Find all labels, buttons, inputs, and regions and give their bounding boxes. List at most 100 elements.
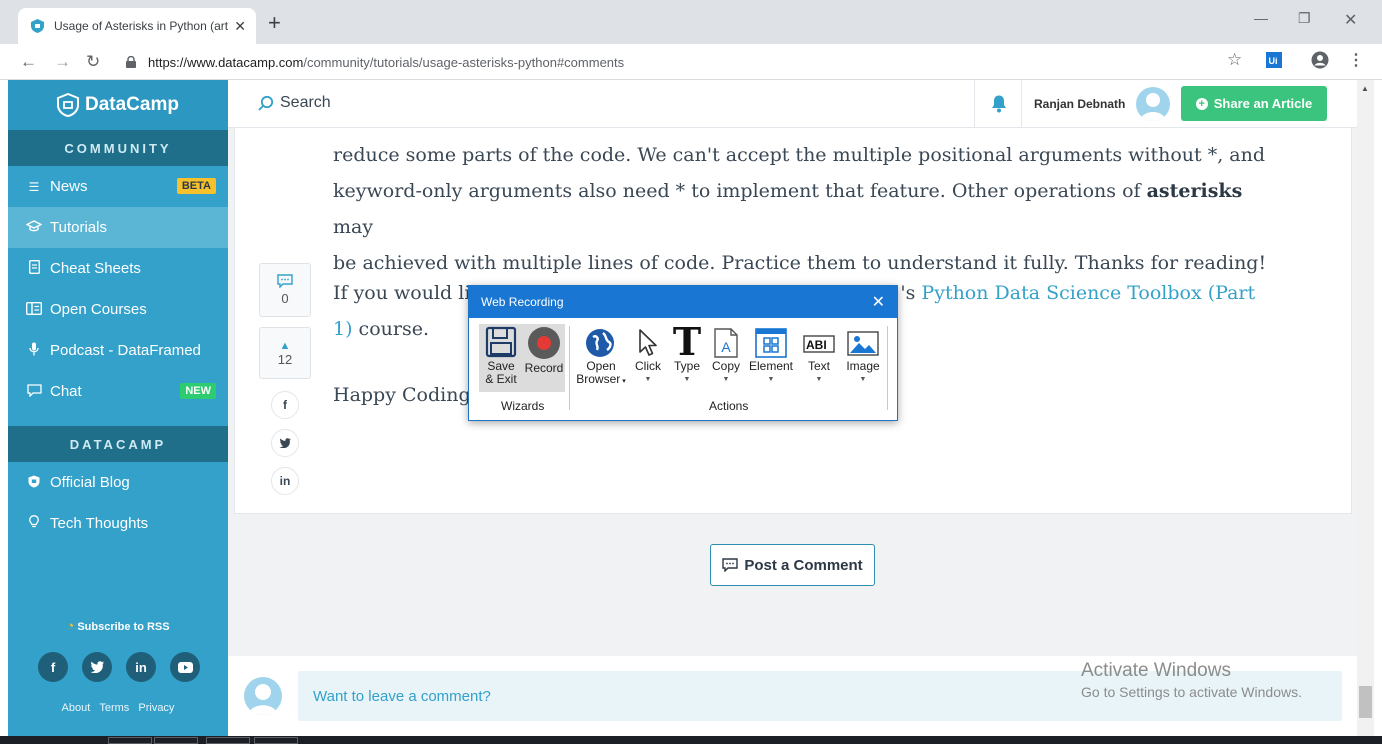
scrollbar-thumb[interactable] [1359,686,1372,718]
type-button[interactable]: T Type ▼ [670,324,704,386]
course-link-cont[interactable]: 1) [333,318,353,340]
restore-icon[interactable]: ❐ [1298,10,1311,27]
dropdown-arrow-icon: ▼ [722,376,730,383]
sidebar-item-official-blog[interactable]: Official Blog [8,462,228,503]
user-name[interactable]: Ranjan Debnath [1034,97,1125,111]
sidebar-item-podcast[interactable]: Podcast - DataFramed [8,330,228,371]
forward-icon[interactable]: → [54,52,71,72]
dropdown-arrow-icon: ▼ [815,376,823,383]
columns-icon [25,301,43,318]
sidebar-item-news[interactable]: ☰ News BETA [8,166,228,207]
taskbar-item[interactable] [108,737,152,744]
element-button[interactable]: Element ▼ [748,328,794,386]
svg-text:ABI: ABI [806,338,827,352]
copy-document-icon: A [714,328,738,358]
dialog-title: Web Recording [481,295,564,309]
sidebar-item-label: Tutorials [50,219,107,236]
uipath-extension-icon[interactable]: Ui [1266,52,1282,72]
paragraph-line: reduce some parts of the code. We can't … [333,144,1266,166]
header-divider [1021,80,1022,128]
sidebar-item-chat[interactable]: Chat NEW [8,371,228,412]
bookmark-star-icon[interactable]: ☆ [1227,50,1242,70]
minimize-icon[interactable]: — [1254,10,1268,26]
image-icon [847,331,879,356]
user-avatar[interactable] [1136,87,1170,121]
comments-count-button[interactable]: 0 [259,263,311,317]
sidebar-item-label: News [50,178,88,195]
sidebar-item-cheat-sheets[interactable]: Cheat Sheets [8,248,228,289]
beta-badge: BETA [176,178,216,194]
datacamp-logo[interactable]: DataCamp [8,80,228,130]
shield-icon [26,475,42,491]
youtube-icon[interactable] [170,652,200,682]
sidebar-item-label: Cheat Sheets [50,260,141,277]
tab-close-icon[interactable]: ✕ [234,18,246,35]
site-header: Search Ranjan Debnath + Share an Article [228,80,1357,128]
sidebar: DataCamp COMMUNITY ☰ News BETA Tutorials… [8,80,228,736]
url-text: https://www.datacamp.com/community/tutor… [148,55,624,70]
comment-icon [722,558,739,572]
new-tab-button[interactable]: + [268,12,281,34]
subscribe-rss-link[interactable]: ◔ Subscribe to RSS [8,618,228,633]
reload-icon[interactable]: ↻ [86,52,100,72]
facebook-icon[interactable]: f [38,652,68,682]
taskbar-item[interactable] [206,737,250,744]
datacamp-favicon-icon [30,19,44,33]
search-button[interactable]: Search [258,94,331,112]
twitter-icon[interactable] [82,652,112,682]
page-scrollbar[interactable]: ▲ [1357,80,1374,736]
browser-tab[interactable]: Usage of Asterisks in Python (arti ✕ [18,8,256,44]
record-button[interactable]: Record [523,326,565,375]
save-exit-button[interactable]: Save & Exit [481,326,521,386]
save-exit-label-2: & Exit [485,372,517,386]
group-separator [569,326,570,410]
click-button[interactable]: Click ▼ [631,328,665,386]
image-button[interactable]: Image ▼ [843,328,883,386]
text-button[interactable]: ABI Text ▼ [801,328,837,386]
url-path: /community/tutorials/usage-asterisks-pyt… [303,54,625,70]
notifications-bell-icon[interactable] [990,94,1008,118]
open-browser-label-2: Browser [576,372,621,386]
url-host: https://www.datacamp.com [148,54,304,70]
comment-placeholder: Want to leave a comment? [313,687,491,705]
share-article-button[interactable]: + Share an Article [1181,86,1327,121]
upvote-button[interactable]: ▲ 12 [259,327,311,379]
window-close-icon[interactable]: ✕ [1344,10,1357,30]
dialog-titlebar[interactable]: Web Recording ✕ [469,286,897,318]
sidebar-item-label: Podcast - DataFramed [50,342,201,359]
about-link[interactable]: About [62,702,91,714]
sidebar-item-tech-thoughts[interactable]: Tech Thoughts [8,503,228,544]
watermark-subtitle: Go to Settings to activate Windows. [1081,684,1302,700]
open-browser-button[interactable]: Open Browser ▾ [575,328,627,388]
back-icon[interactable]: ← [20,52,37,72]
terms-link[interactable]: Terms [99,702,129,714]
sidebar-item-open-courses[interactable]: Open Courses [8,289,228,330]
windows-taskbar [0,736,1382,744]
actions-group-label: Actions [709,399,749,413]
facebook-share-icon[interactable]: f [271,391,299,419]
post-comment-button[interactable]: Post a Comment [710,544,875,586]
text-span: If you would li [333,282,471,304]
sidebar-footer-links: About Terms Privacy [8,702,228,714]
article-paragraph-conclusion: reduce some parts of the code. We can't … [333,137,1273,281]
copy-button[interactable]: A Copy ▼ [708,328,744,386]
taskbar-item[interactable] [254,737,298,744]
watermark-title: Activate Windows [1081,660,1231,681]
image-label: Image [846,359,880,373]
kebab-menu-icon[interactable]: ⋮ [1348,50,1364,70]
text-field-icon: ABI [803,335,835,353]
taskbar-item[interactable] [154,737,198,744]
sidebar-item-tutorials[interactable]: Tutorials [8,207,228,248]
twitter-share-icon[interactable] [271,429,299,457]
scroll-up-arrow-icon[interactable]: ▲ [1361,84,1369,93]
dropdown-arrow-icon: ▼ [767,376,775,383]
profile-icon[interactable] [1311,51,1329,73]
privacy-link[interactable]: Privacy [138,702,174,714]
wizards-group-label: Wizards [501,399,545,413]
linkedin-icon[interactable]: in [126,652,156,682]
dialog-close-icon[interactable]: ✕ [872,292,885,312]
linkedin-share-icon[interactable]: in [271,467,299,495]
social-links: f in [38,652,200,682]
url-bar[interactable]: https://www.datacamp.com/community/tutor… [116,48,1256,76]
course-link[interactable]: Python Data Science Toolbox (Part [921,282,1255,304]
